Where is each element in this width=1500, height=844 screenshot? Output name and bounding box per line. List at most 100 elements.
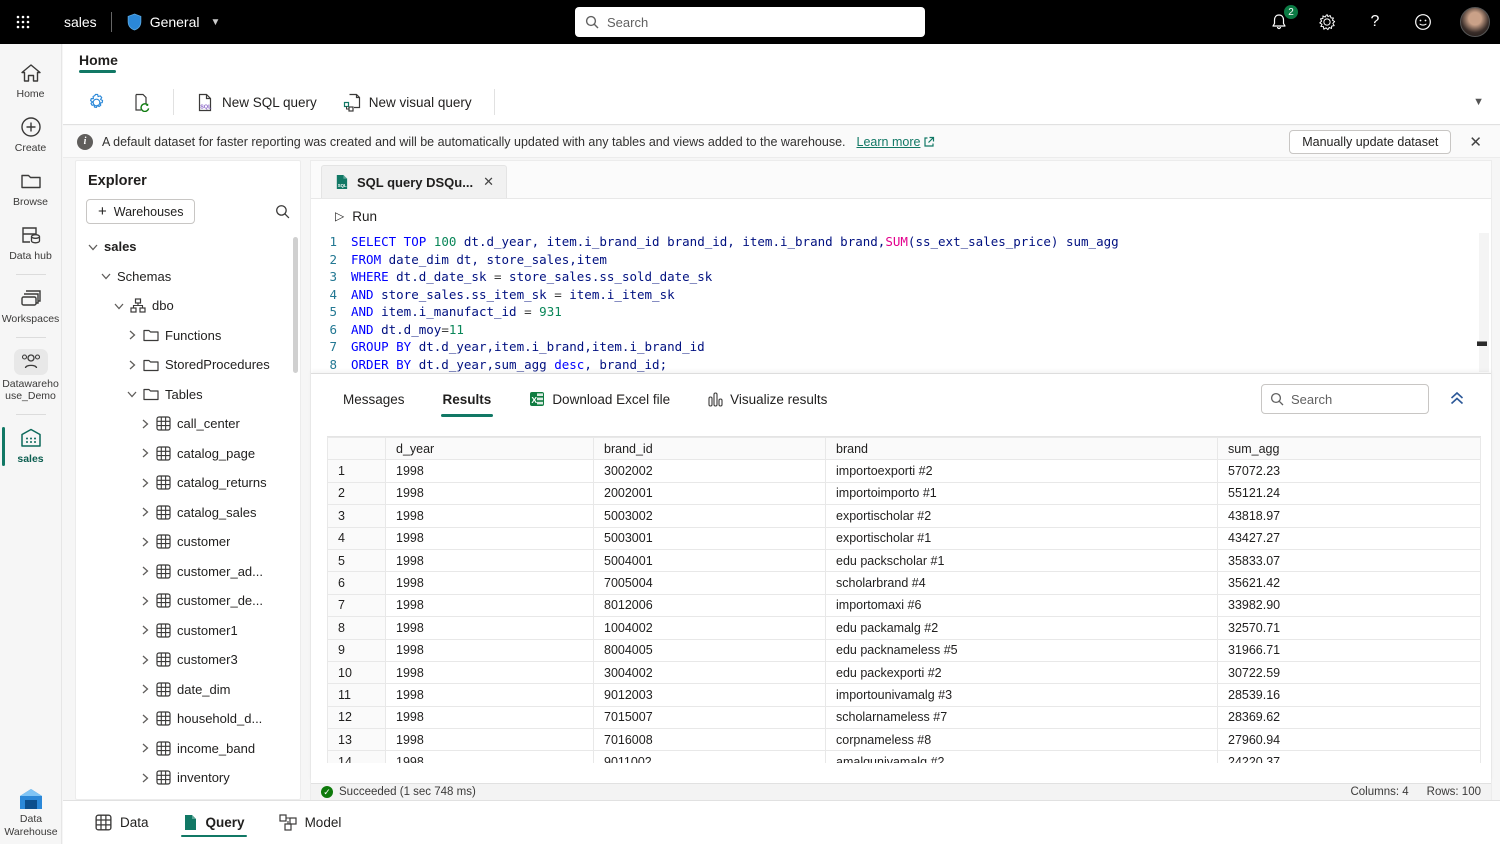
app-title[interactable]: sales bbox=[64, 14, 97, 30]
data-cell[interactable]: 28369.62 bbox=[1218, 706, 1481, 728]
code-line-4[interactable]: 4AND store_sales.ss_item_sk = item.i_ite… bbox=[311, 286, 1491, 304]
data-cell[interactable]: 7016008 bbox=[594, 729, 826, 751]
manually-update-dataset-button[interactable]: Manually update dataset bbox=[1289, 130, 1451, 154]
column-header-d_year[interactable]: d_year bbox=[386, 438, 594, 460]
download-excel-button[interactable]: X Download Excel file bbox=[527, 385, 672, 413]
chevron-down-icon[interactable] bbox=[127, 390, 137, 398]
chevron-right-icon[interactable] bbox=[140, 655, 150, 665]
tree-item-storedprocedures[interactable]: StoredProcedures bbox=[76, 350, 300, 380]
data-cell[interactable]: 1998 bbox=[386, 639, 594, 661]
tree-item-functions[interactable]: Functions bbox=[76, 321, 300, 351]
data-cell[interactable]: 1998 bbox=[386, 527, 594, 549]
data-cell[interactable]: 33982.90 bbox=[1218, 594, 1481, 616]
row-number-cell[interactable]: 3 bbox=[328, 505, 386, 527]
user-avatar[interactable] bbox=[1460, 7, 1490, 37]
table-row[interactable]: 1419989011002amalgunivamalg #224220.37 bbox=[328, 751, 1481, 763]
data-cell[interactable]: amalgunivamalg #2 bbox=[826, 751, 1218, 763]
data-cell[interactable]: corpnameless #8 bbox=[826, 729, 1218, 751]
visualize-results-button[interactable]: Visualize results bbox=[706, 386, 829, 413]
data-cell[interactable]: 1998 bbox=[386, 661, 594, 683]
data-cell[interactable]: 1998 bbox=[386, 572, 594, 594]
row-number-cell[interactable]: 4 bbox=[328, 527, 386, 549]
data-cell[interactable]: 9011002 bbox=[594, 751, 826, 763]
chevron-right-icon[interactable] bbox=[140, 419, 150, 429]
rail-item-browse[interactable]: Browse bbox=[0, 162, 62, 216]
refresh-dataset-button[interactable] bbox=[122, 87, 161, 118]
data-cell[interactable]: 27960.94 bbox=[1218, 729, 1481, 751]
chevron-right-icon[interactable] bbox=[140, 448, 150, 458]
chevron-right-icon[interactable] bbox=[140, 566, 150, 576]
chevron-right-icon[interactable] bbox=[140, 714, 150, 724]
chevron-down-icon[interactable] bbox=[88, 243, 98, 251]
data-cell[interactable]: scholarnameless #7 bbox=[826, 706, 1218, 728]
data-cell[interactable]: 2002001 bbox=[594, 482, 826, 504]
data-cell[interactable]: 1998 bbox=[386, 460, 594, 482]
rail-item-workspaces[interactable]: Workspaces bbox=[0, 279, 62, 333]
close-tab-icon[interactable]: ✕ bbox=[483, 174, 494, 190]
data-cell[interactable]: 24220.37 bbox=[1218, 751, 1481, 763]
table-row[interactable]: 119983002002importoexporti #257072.23 bbox=[328, 460, 1481, 482]
tree-item-schemas[interactable]: Schemas bbox=[76, 262, 300, 292]
workspace-switcher[interactable]: General ▼ bbox=[126, 13, 221, 31]
row-number-cell[interactable]: 9 bbox=[328, 639, 386, 661]
table-row[interactable]: 919988004005edu packnameless #531966.71 bbox=[328, 639, 1481, 661]
data-cell[interactable]: edu packexporti #2 bbox=[826, 661, 1218, 683]
data-cell[interactable]: exportischolar #2 bbox=[826, 505, 1218, 527]
data-cell[interactable]: 3002002 bbox=[594, 460, 826, 482]
data-cell[interactable]: 1998 bbox=[386, 729, 594, 751]
data-cell[interactable]: 55121.24 bbox=[1218, 482, 1481, 504]
tree-item-household-d-[interactable]: household_d... bbox=[76, 704, 300, 734]
data-cell[interactable]: 43427.27 bbox=[1218, 527, 1481, 549]
data-cell[interactable]: importoimporto #1 bbox=[826, 482, 1218, 504]
bottom-tab-data[interactable]: Data bbox=[93, 804, 151, 841]
data-cell[interactable]: 1998 bbox=[386, 617, 594, 639]
tree-item-catalog-page[interactable]: catalog_page bbox=[76, 439, 300, 469]
row-number-cell[interactable]: 11 bbox=[328, 684, 386, 706]
row-number-cell[interactable]: 1 bbox=[328, 460, 386, 482]
tree-item-catalog-sales[interactable]: catalog_sales bbox=[76, 498, 300, 528]
results-search-input[interactable] bbox=[1291, 392, 1420, 407]
collapse-results-icon[interactable] bbox=[1449, 390, 1465, 407]
collapse-ribbon-icon[interactable]: ▼ bbox=[1473, 96, 1484, 108]
data-cell[interactable]: 1998 bbox=[386, 549, 594, 571]
column-header-brand_id[interactable]: brand_id bbox=[594, 438, 826, 460]
data-cell[interactable]: 8004005 bbox=[594, 639, 826, 661]
chevron-right-icon[interactable] bbox=[140, 478, 150, 488]
sql-code-editor[interactable]: 1SELECT TOP 100 dt.d_year, item.i_brand_… bbox=[311, 233, 1491, 372]
data-cell[interactable]: 1998 bbox=[386, 684, 594, 706]
code-line-2[interactable]: 2FROM date_dim dt, store_sales,item bbox=[311, 251, 1491, 269]
bottom-tab-query[interactable]: Query bbox=[181, 804, 247, 841]
data-cell[interactable]: 8012006 bbox=[594, 594, 826, 616]
tree-item-customer1[interactable]: customer1 bbox=[76, 616, 300, 646]
row-number-cell[interactable]: 7 bbox=[328, 594, 386, 616]
table-row[interactable]: 519985004001edu packscholar #135833.07 bbox=[328, 549, 1481, 571]
data-cell[interactable]: 1004002 bbox=[594, 617, 826, 639]
code-line-8[interactable]: 8ORDER BY dt.d_year,sum_agg desc, brand_… bbox=[311, 356, 1491, 373]
settings-gear-icon[interactable] bbox=[1316, 11, 1338, 33]
code-line-5[interactable]: 5AND item.i_manufact_id = 931 bbox=[311, 303, 1491, 321]
add-warehouses-button[interactable]: + Warehouses bbox=[86, 199, 195, 224]
chevron-right-icon[interactable] bbox=[140, 773, 150, 783]
table-row[interactable]: 1119989012003importounivamalg #328539.16 bbox=[328, 684, 1481, 706]
chevron-right-icon[interactable] bbox=[140, 625, 150, 635]
global-search[interactable] bbox=[575, 7, 925, 37]
chevron-right-icon[interactable] bbox=[127, 330, 137, 340]
run-query-button[interactable]: ▷ Run bbox=[327, 205, 385, 228]
data-cell[interactable]: 28539.16 bbox=[1218, 684, 1481, 706]
code-line-6[interactable]: 6AND dt.d_moy=11 bbox=[311, 321, 1491, 339]
new-sql-query-button[interactable]: SQL New SQL query bbox=[186, 87, 327, 118]
data-cell[interactable]: 1998 bbox=[386, 751, 594, 763]
tree-item-tables[interactable]: Tables bbox=[76, 380, 300, 410]
bottom-tab-model[interactable]: Model bbox=[277, 804, 344, 841]
data-cell[interactable]: 3004002 bbox=[594, 661, 826, 683]
data-cell[interactable]: 43818.97 bbox=[1218, 505, 1481, 527]
data-cell[interactable]: 31966.71 bbox=[1218, 639, 1481, 661]
banner-close-icon[interactable]: ✕ bbox=[1465, 133, 1486, 151]
data-cell[interactable]: scholarbrand #4 bbox=[826, 572, 1218, 594]
rail-item-data-warehouse[interactable]: Data Warehouse bbox=[0, 788, 62, 838]
tree-item-customer-de-[interactable]: customer_de... bbox=[76, 586, 300, 616]
chevron-down-icon[interactable] bbox=[114, 302, 124, 310]
global-search-input[interactable] bbox=[607, 15, 915, 30]
row-number-cell[interactable]: 13 bbox=[328, 729, 386, 751]
editor-scrollbar[interactable] bbox=[1479, 233, 1489, 372]
